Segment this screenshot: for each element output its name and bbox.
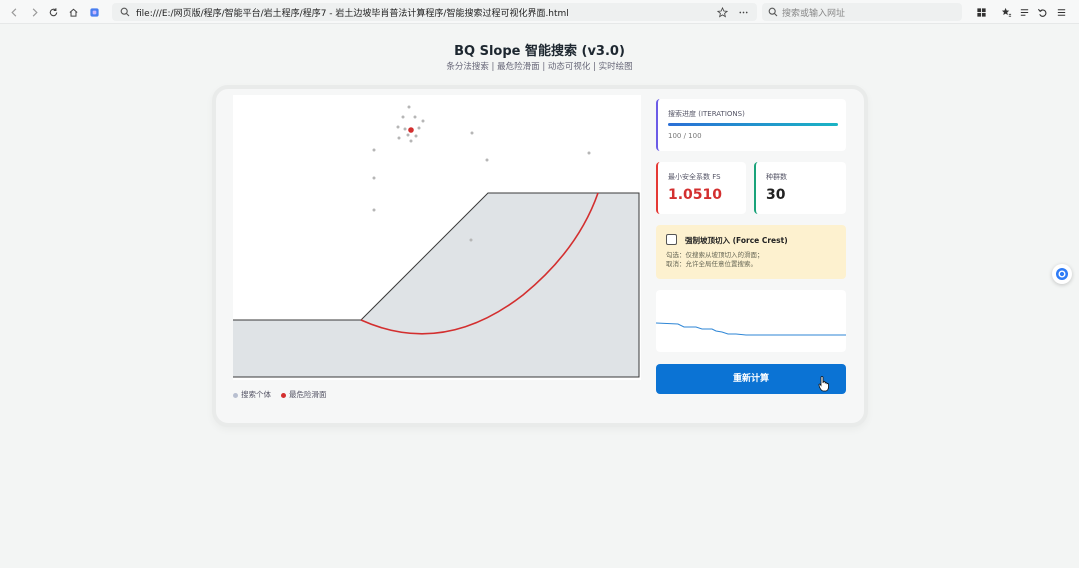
convergence-line-chart <box>655 322 846 336</box>
progress-count: 100 / 100 <box>668 132 702 140</box>
page-title: BQ Slope 智能搜索 (v3.0) <box>454 44 625 59</box>
menu-icon[interactable] <box>1053 4 1069 20</box>
population-point <box>414 134 418 138</box>
legend-critical-swatch <box>281 392 286 398</box>
browser-search-input[interactable]: 搜索或输入网址 <box>762 3 962 21</box>
convergence-chart <box>655 290 846 352</box>
legend-critical: 最危险滑面 <box>281 389 327 400</box>
back-icon[interactable] <box>6 4 22 20</box>
hand-cursor-icon <box>818 376 829 392</box>
population-card: 种群数 30 <box>754 162 846 214</box>
population-value: 30 <box>766 187 786 203</box>
population-point <box>372 208 376 212</box>
browser-toolbar: file:///E:/网页版/程序/智能平台/岩土程序/程序7 - 岩土边坡毕肖… <box>0 0 1079 24</box>
legend-population-swatch <box>233 392 238 398</box>
population-point <box>470 131 474 135</box>
population-point <box>413 115 417 119</box>
population-point <box>417 126 421 130</box>
search-placeholder: 搜索或输入网址 <box>782 9 846 19</box>
assistant-float-button[interactable] <box>1052 264 1072 284</box>
force-crest-description: 勾选：仅搜索从坡顶切入的滑面； 取消：允许全局任意位置搜索。 <box>666 251 764 270</box>
population-point <box>372 176 376 180</box>
population-point <box>396 125 400 129</box>
slope-canvas <box>233 95 641 380</box>
population-point <box>401 115 405 119</box>
population-point <box>403 127 407 131</box>
home-icon[interactable] <box>65 4 81 20</box>
force-crest-checkbox[interactable] <box>666 234 677 245</box>
page-subtitle: 条分法搜索 | 最危险滑面 | 动态可视化 | 实时绘图 <box>446 62 633 72</box>
downloads-icon[interactable] <box>1016 4 1032 20</box>
population-point <box>406 133 410 137</box>
min-fs-value: 1.0510 <box>668 187 723 203</box>
best-center-point <box>408 127 414 133</box>
progress-fill <box>668 123 838 126</box>
progress-panel: 搜索进度 (ITERATIONS) 100 / 100 <box>656 99 846 151</box>
force-crest-panel: 强制坡顶切入 (Force Crest) 勾选：仅搜索从坡顶切入的滑面； 取消：… <box>656 225 846 279</box>
url-text: file:///E:/网页版/程序/智能平台/岩土程序/程序7 - 岩土边坡毕肖… <box>136 9 569 19</box>
undo-icon[interactable] <box>1034 4 1050 20</box>
population-point <box>587 151 591 155</box>
slope-diagram <box>233 105 640 378</box>
min-fs-card: 最小安全系数 FS 1.0510 <box>656 162 746 214</box>
population-point <box>407 105 411 109</box>
apps-grid-icon[interactable] <box>973 4 989 20</box>
extension-icon[interactable] <box>86 4 102 20</box>
population-point <box>372 148 376 152</box>
bookmark-star-icon[interactable] <box>717 7 728 18</box>
reload-icon[interactable] <box>45 4 61 20</box>
force-crest-title[interactable]: 强制坡顶切入 (Force Crest) <box>685 235 788 246</box>
min-fs-label: 最小安全系数 FS <box>668 173 721 181</box>
force-crest-desc-line1: 勾选：仅搜索从坡顶切入的滑面； <box>666 251 764 259</box>
population-label: 种群数 <box>766 173 787 181</box>
more-icon[interactable] <box>738 7 749 18</box>
search-icon <box>768 7 778 17</box>
legend-critical-label: 最危险滑面 <box>289 390 327 399</box>
search-icon <box>120 7 130 17</box>
forward-icon[interactable] <box>26 4 42 20</box>
population-point <box>409 139 413 143</box>
progress-label: 搜索进度 (ITERATIONS) <box>668 110 745 118</box>
force-crest-desc-line2: 取消：允许全局任意位置搜索。 <box>666 260 757 269</box>
population-point <box>469 238 473 242</box>
favorites-icon[interactable] <box>998 4 1014 20</box>
convergence-line <box>655 322 846 336</box>
population-point <box>421 119 425 123</box>
address-bar[interactable]: file:///E:/网页版/程序/智能平台/岩土程序/程序7 - 岩土边坡毕肖… <box>112 3 757 21</box>
legend-population-label: 搜索个体 <box>241 390 271 399</box>
progress-track <box>668 123 838 126</box>
population-point <box>397 136 401 140</box>
slope-soil-body <box>233 193 639 377</box>
legend-population: 搜索个体 <box>233 389 271 400</box>
legend: 搜索个体 最危险滑面 <box>233 389 327 400</box>
population-point <box>485 158 489 162</box>
assistant-icon <box>1056 268 1068 280</box>
